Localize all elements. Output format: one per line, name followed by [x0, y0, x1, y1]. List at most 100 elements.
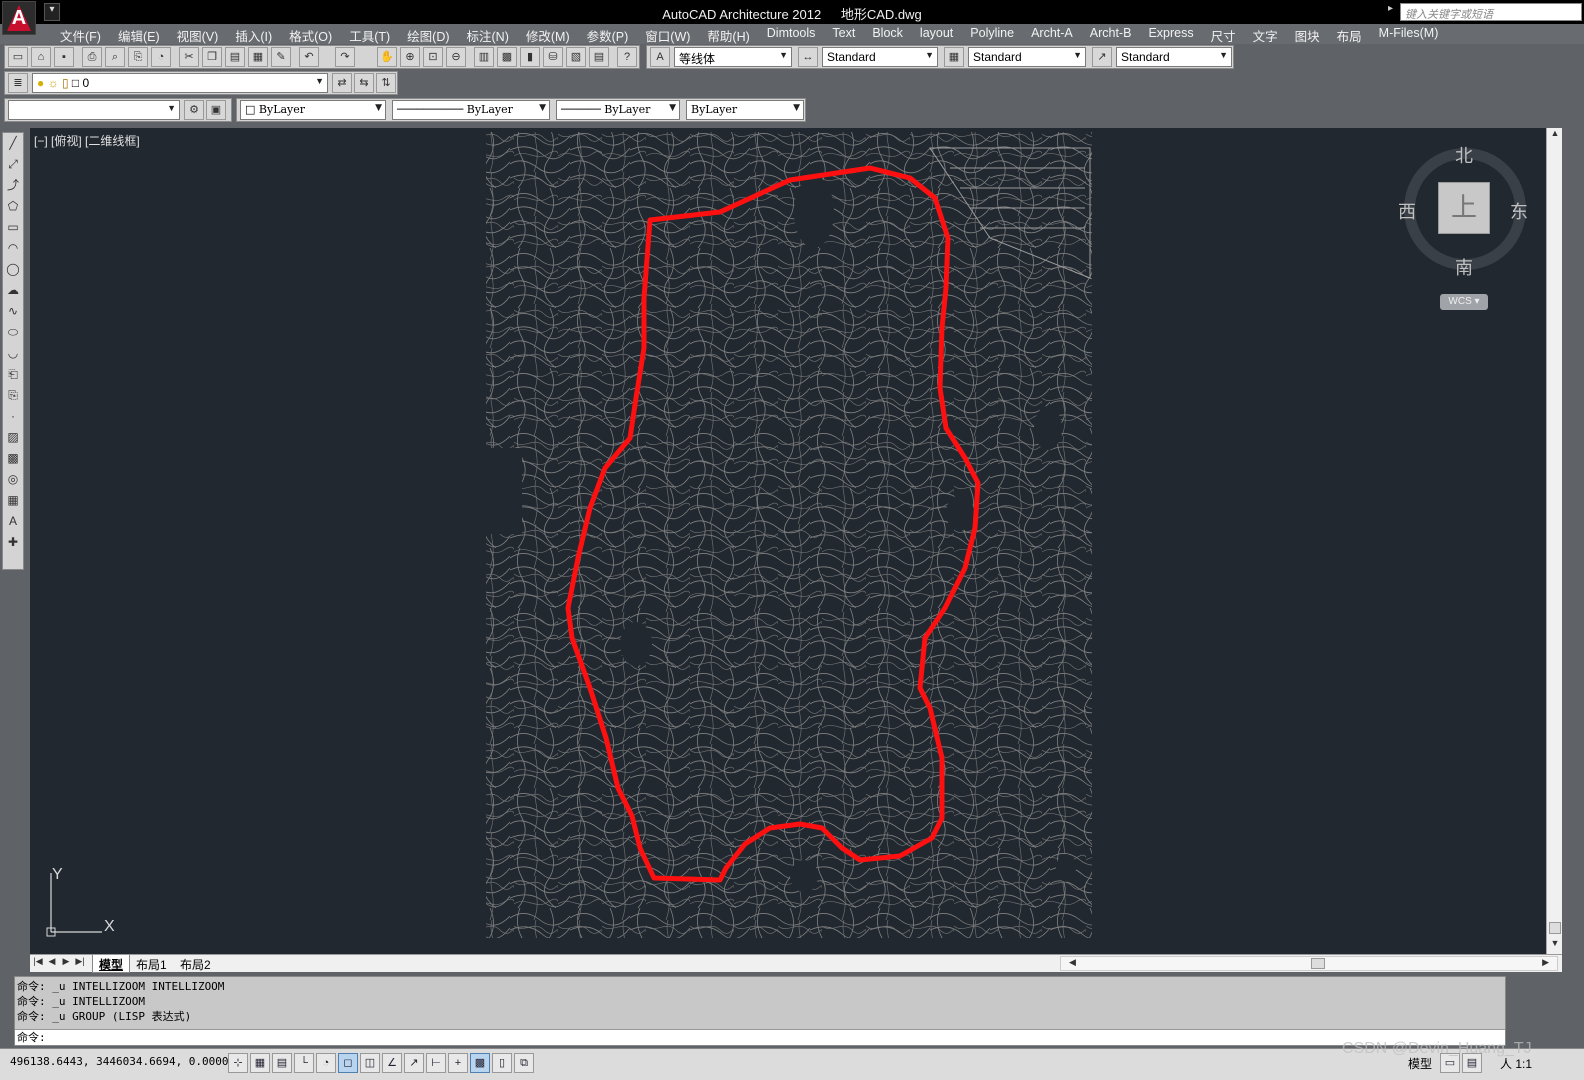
revision-cloud-icon[interactable]: ☁: [3, 280, 23, 301]
table-icon[interactable]: ▦: [3, 490, 23, 511]
sheet-set-icon[interactable]: ⛁: [543, 47, 563, 67]
polyline-icon[interactable]: ⤴: [3, 175, 23, 196]
cut-icon[interactable]: ✂: [179, 47, 199, 67]
table-style-icon[interactable]: ▦: [944, 47, 964, 67]
infer-constraints-icon[interactable]: ⊹: [228, 1053, 248, 1073]
drawing-viewport[interactable]: [−] [俯视] [二维线框] 上 北 南 东 西 WCS ▾ Y X: [30, 128, 1546, 954]
undo-icon[interactable]: ↶: [299, 47, 319, 67]
zoom-window-icon[interactable]: ⊡: [423, 47, 443, 67]
first-tab-icon[interactable]: |◀: [32, 956, 44, 971]
layer-state-icon[interactable]: ⇅: [376, 73, 396, 93]
new-file-icon[interactable]: ▭: [8, 47, 28, 67]
menu-archt-a[interactable]: Archt-A: [1025, 24, 1079, 44]
scroll-right-icon[interactable]: ▶: [1542, 957, 1549, 968]
scroll-down-icon[interactable]: ▼: [1547, 938, 1563, 954]
menu-modify[interactable]: 修改(M): [520, 24, 576, 44]
gear-icon[interactable]: ⚙: [184, 100, 204, 120]
make-block-icon[interactable]: ⎘: [3, 385, 23, 406]
layer-properties-icon[interactable]: ≣: [8, 73, 28, 93]
circle-icon[interactable]: ◯: [3, 259, 23, 280]
arc-icon[interactable]: ◠: [3, 238, 23, 259]
workspace-settings-icon[interactable]: ▣: [206, 100, 226, 120]
help-icon[interactable]: ?: [617, 47, 637, 67]
menu-file[interactable]: 文件(F): [54, 24, 107, 44]
print-icon[interactable]: ⎙: [82, 47, 102, 67]
block-editor-icon[interactable]: ▦: [248, 47, 268, 67]
save-icon[interactable]: ▪: [54, 47, 74, 67]
transparency-icon[interactable]: ▩: [470, 1053, 490, 1073]
menu-layout[interactable]: layout: [914, 24, 959, 44]
vertical-scrollbar[interactable]: ▲ ▼: [1546, 128, 1562, 954]
viewcube-top-face[interactable]: 上: [1438, 182, 1490, 234]
command-input[interactable]: 命令:: [15, 1029, 1505, 1045]
menu-archt-b[interactable]: Archt-B: [1084, 24, 1138, 44]
workspace-select[interactable]: ▼: [8, 100, 180, 120]
menu-dimtools[interactable]: Dimtools: [761, 24, 822, 44]
selection-cycling-icon[interactable]: ⧉: [514, 1053, 534, 1073]
compass-west[interactable]: 西: [1398, 198, 1416, 224]
layer-select[interactable]: ● ☼ ▯ □ 0 ▼: [32, 73, 328, 93]
menu-window[interactable]: 窗口(W): [639, 24, 696, 44]
table-style-select[interactable]: Standard ▼: [968, 47, 1086, 67]
menu-buju[interactable]: 布局: [1331, 24, 1368, 44]
publish-icon[interactable]: ⎘: [128, 47, 148, 67]
text-style-icon[interactable]: A: [650, 47, 670, 67]
point-icon[interactable]: ·: [3, 406, 23, 427]
ellipse-icon[interactable]: ⬭: [3, 322, 23, 343]
menu-format[interactable]: 格式(O): [283, 24, 338, 44]
horizontal-scrollbar[interactable]: ◀ ▶: [1060, 956, 1558, 971]
dim-style-select[interactable]: Standard ▼: [822, 47, 938, 67]
dynamic-input-icon[interactable]: ⊢: [426, 1053, 446, 1073]
multiline-text-icon[interactable]: A: [3, 511, 23, 532]
menu-text[interactable]: Text: [826, 24, 861, 44]
open-folder-icon[interactable]: ⌂: [31, 47, 51, 67]
tab-layout1[interactable]: 布局1: [130, 955, 173, 973]
3d-object-snap-icon[interactable]: ◫: [360, 1053, 380, 1073]
cursor-coordinates[interactable]: 496138.6443, 3446034.6694, 0.0000: [10, 1055, 229, 1068]
hatch-icon[interactable]: ▨: [3, 427, 23, 448]
menu-view[interactable]: 视图(V): [171, 24, 225, 44]
mleader-style-select[interactable]: Standard ▼: [1116, 47, 1232, 67]
menu-tools[interactable]: 工具(T): [343, 24, 396, 44]
ellipse-arc-icon[interactable]: ◡: [3, 343, 23, 364]
horizontal-scroll-thumb[interactable]: [1311, 958, 1325, 969]
dynamic-ucs-icon[interactable]: ↗: [404, 1053, 424, 1073]
scroll-up-icon[interactable]: ▲: [1547, 128, 1563, 144]
print-preview-icon[interactable]: ⌕: [105, 47, 125, 67]
construction-line-icon[interactable]: ⤢: [3, 154, 23, 175]
last-tab-icon[interactable]: ▶|: [74, 956, 86, 971]
quick-properties-icon[interactable]: ▯: [492, 1053, 512, 1073]
color-select[interactable]: □ ByLayer ▼: [240, 100, 386, 120]
plotstyle-select[interactable]: ByLayer ▼: [686, 100, 804, 120]
menu-polyline[interactable]: Polyline: [964, 24, 1020, 44]
copy-icon[interactable]: ❐: [202, 47, 222, 67]
menu-help[interactable]: 帮助(H): [701, 24, 755, 44]
tool-palettes-icon[interactable]: ▮: [520, 47, 540, 67]
menu-express[interactable]: Express: [1142, 24, 1199, 44]
match-properties-icon[interactable]: ✎: [271, 47, 291, 67]
zoom-previous-icon[interactable]: ⊖: [446, 47, 466, 67]
viewport-controls-label[interactable]: [−] [俯视] [二维线框]: [34, 132, 140, 149]
dim-style-icon[interactable]: ↔: [798, 47, 818, 67]
paste-icon[interactable]: ▤: [225, 47, 245, 67]
menu-wenzi[interactable]: 文字: [1247, 24, 1284, 44]
application-menu-button[interactable]: A: [2, 1, 36, 35]
polygon-icon[interactable]: ⬠: [3, 196, 23, 217]
object-snap-tracking-icon[interactable]: ∠: [382, 1053, 402, 1073]
tab-model[interactable]: 模型: [92, 955, 131, 973]
linetype-select[interactable]: ────────── ByLayer ▼: [392, 100, 550, 120]
search-expand-icon[interactable]: ▸: [1388, 3, 1393, 14]
command-window-grip[interactable]: [2, 976, 12, 1046]
search-input[interactable]: 键入关键字或短语: [1400, 3, 1582, 21]
calculator-icon[interactable]: ▤: [589, 47, 609, 67]
add-selected-icon[interactable]: ✚: [3, 532, 23, 553]
insert-block-icon[interactable]: ⎗: [3, 364, 23, 385]
menu-block[interactable]: Block: [866, 24, 909, 44]
zoom-realtime-icon[interactable]: ⊕: [400, 47, 420, 67]
design-center-icon[interactable]: ▩: [497, 47, 517, 67]
grid-display-icon[interactable]: ▤: [272, 1053, 292, 1073]
text-style-select[interactable]: 等线体 ▼: [674, 47, 792, 67]
compass-east[interactable]: 东: [1510, 198, 1528, 224]
menu-chicun[interactable]: 尺寸: [1205, 24, 1242, 44]
lineweight-select[interactable]: ────── ByLayer ▼: [556, 100, 680, 120]
